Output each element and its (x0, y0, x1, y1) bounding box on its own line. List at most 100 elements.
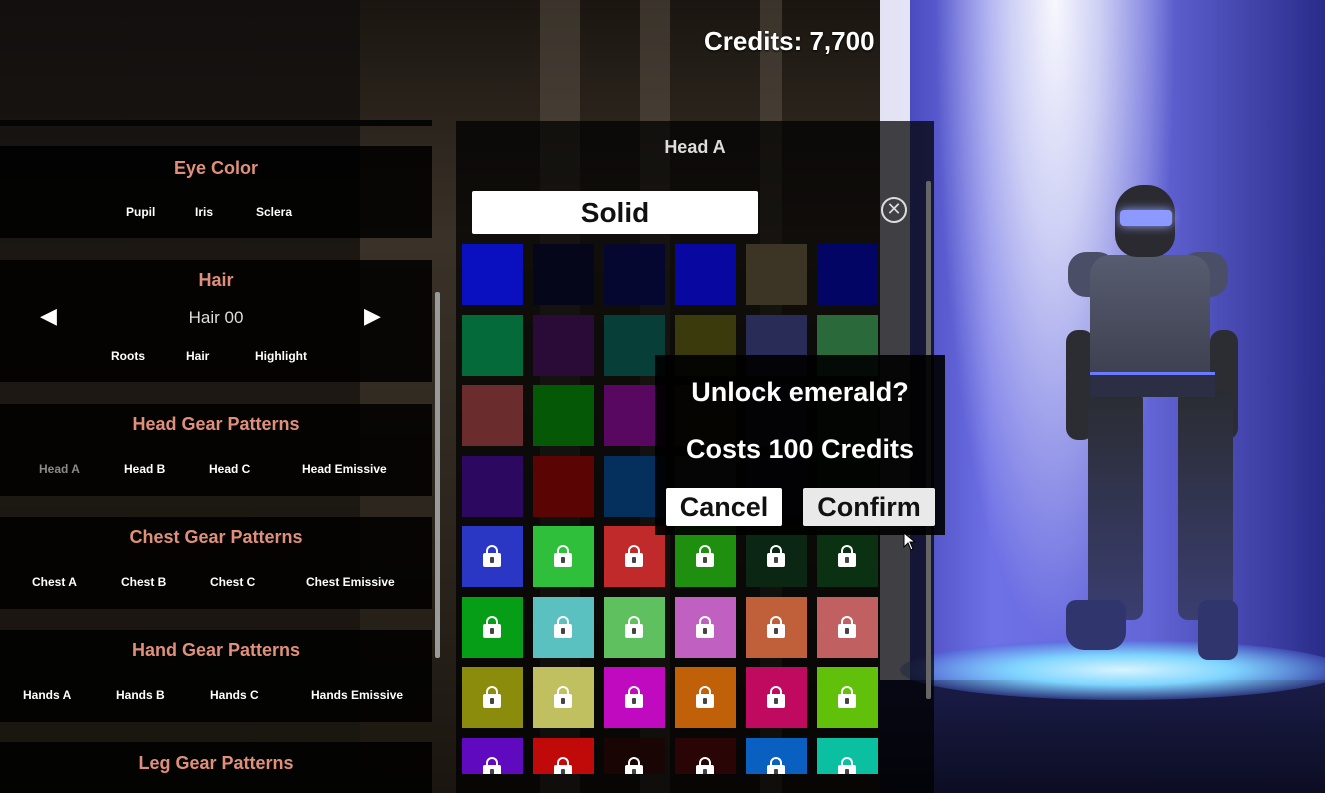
section-title: Hand Gear Patterns (131, 640, 301, 660)
option-head-c[interactable]: Head C (209, 462, 250, 476)
character-boot (1198, 600, 1238, 660)
section-title: Head Gear Patterns (132, 414, 300, 434)
lock-icon (767, 686, 785, 708)
option-head-b[interactable]: Head B (124, 462, 165, 476)
next-arrow-icon[interactable]: ▶ (364, 304, 381, 329)
menu-top-bar (0, 120, 432, 126)
character-torso (1090, 255, 1210, 390)
lock-icon (483, 615, 501, 638)
color-swatch[interactable] (604, 244, 665, 305)
character-model[interactable] (1060, 180, 1250, 660)
hand-gear-section: Hand Gear Patterns Hands A Hands B Hands… (0, 630, 432, 722)
color-swatch[interactable] (462, 314, 523, 376)
color-swatch-locked[interactable] (604, 667, 665, 728)
lock-icon (838, 756, 856, 774)
credits-display: Credits: 7,700 (704, 26, 875, 56)
character-leg (1088, 390, 1143, 620)
lock-icon (696, 686, 714, 708)
character-leg (1178, 390, 1233, 620)
color-swatch[interactable] (817, 244, 878, 305)
color-swatch-locked[interactable] (462, 737, 523, 774)
color-swatch-locked[interactable] (817, 526, 878, 587)
color-swatch-locked[interactable] (533, 737, 594, 774)
panel-title: Head A (664, 137, 726, 157)
color-swatch-locked[interactable] (746, 737, 807, 774)
color-swatch-locked[interactable] (533, 667, 594, 728)
lock-icon (483, 756, 501, 774)
color-swatch-locked[interactable] (675, 526, 736, 587)
option-hands-b[interactable]: Hands B (116, 688, 165, 702)
solid-mode-button[interactable]: Solid (472, 191, 758, 234)
chest-gear-section: Chest Gear Patterns Chest A Chest B Ches… (0, 517, 432, 609)
color-swatch-locked[interactable] (817, 596, 878, 658)
color-swatch[interactable] (533, 385, 594, 446)
color-swatch-locked[interactable] (462, 596, 523, 658)
color-swatch[interactable] (533, 244, 594, 305)
color-swatch-locked[interactable] (746, 596, 807, 658)
color-swatch[interactable] (462, 385, 523, 446)
option-iris[interactable]: Iris (195, 205, 213, 219)
color-swatch-locked[interactable] (462, 526, 523, 587)
lock-icon (625, 545, 643, 567)
color-swatch-locked[interactable] (675, 596, 736, 658)
character-boot (1066, 600, 1126, 650)
section-title: Chest Gear Patterns (129, 527, 303, 547)
color-swatch[interactable] (675, 244, 736, 305)
lock-icon (625, 615, 643, 638)
color-swatch[interactable] (533, 455, 594, 517)
character-belt (1090, 372, 1215, 397)
color-swatch-locked[interactable] (746, 526, 807, 587)
option-chest-a[interactable]: Chest A (32, 575, 77, 589)
color-swatch[interactable] (533, 314, 594, 376)
lock-icon (767, 756, 785, 774)
option-hair[interactable]: Hair (186, 349, 209, 363)
confirm-button[interactable]: Confirm (803, 488, 935, 526)
option-chest-c[interactable]: Chest C (210, 575, 255, 589)
color-swatch[interactable] (462, 455, 523, 517)
color-swatch-locked[interactable] (675, 737, 736, 774)
lock-icon (625, 756, 643, 774)
color-swatch-locked[interactable] (533, 596, 594, 658)
option-sclera[interactable]: Sclera (256, 205, 292, 219)
color-swatch[interactable] (462, 244, 523, 305)
option-chest-b[interactable]: Chest B (121, 575, 166, 589)
menu-scrollbar[interactable] (435, 292, 440, 658)
section-title: Eye Color (173, 158, 259, 178)
lock-icon (554, 756, 572, 774)
unlock-dialog: Unlock emerald? Costs 100 Credits Cancel… (655, 355, 945, 535)
option-hands-c[interactable]: Hands C (210, 688, 259, 702)
cancel-button[interactable]: Cancel (666, 488, 782, 526)
eye-color-section: Eye Color Pupil Iris Sclera (0, 146, 432, 238)
section-title: Leg Gear Patterns (138, 753, 294, 773)
lock-icon (625, 686, 643, 708)
dialog-question: Unlock emerald? (691, 377, 909, 407)
option-hands-emissive[interactable]: Hands Emissive (311, 688, 403, 702)
option-roots[interactable]: Roots (111, 349, 145, 363)
mouse-cursor-icon (903, 532, 917, 551)
color-swatch-locked[interactable] (675, 667, 736, 728)
dialog-cost: Costs 100 Credits (685, 434, 915, 464)
leg-gear-section: Leg Gear Patterns (0, 742, 432, 793)
option-head-emissive[interactable]: Head Emissive (302, 462, 387, 476)
option-chest-emissive[interactable]: Chest Emissive (306, 575, 395, 589)
color-swatch-locked[interactable] (604, 737, 665, 774)
lock-icon (696, 615, 714, 638)
color-swatch-locked[interactable] (604, 526, 665, 587)
close-circle-icon[interactable]: ✕ (881, 197, 907, 223)
color-swatch-locked[interactable] (746, 667, 807, 728)
option-pupil[interactable]: Pupil (126, 205, 155, 219)
option-head-a[interactable]: Head A (39, 462, 80, 476)
color-swatch-locked[interactable] (817, 667, 878, 728)
section-title: Hair (198, 270, 234, 290)
color-swatch[interactable] (746, 244, 807, 305)
color-swatch-locked[interactable] (462, 667, 523, 728)
color-swatch-locked[interactable] (817, 737, 878, 774)
color-swatch-locked[interactable] (533, 526, 594, 587)
option-highlight[interactable]: Highlight (255, 349, 307, 363)
color-swatch-locked[interactable] (604, 596, 665, 658)
lock-icon (838, 545, 856, 567)
lock-icon (554, 615, 572, 638)
head-gear-section: Head Gear Patterns Head A Head B Head C … (0, 404, 432, 496)
lock-icon (767, 615, 785, 638)
option-hands-a[interactable]: Hands A (23, 688, 71, 702)
